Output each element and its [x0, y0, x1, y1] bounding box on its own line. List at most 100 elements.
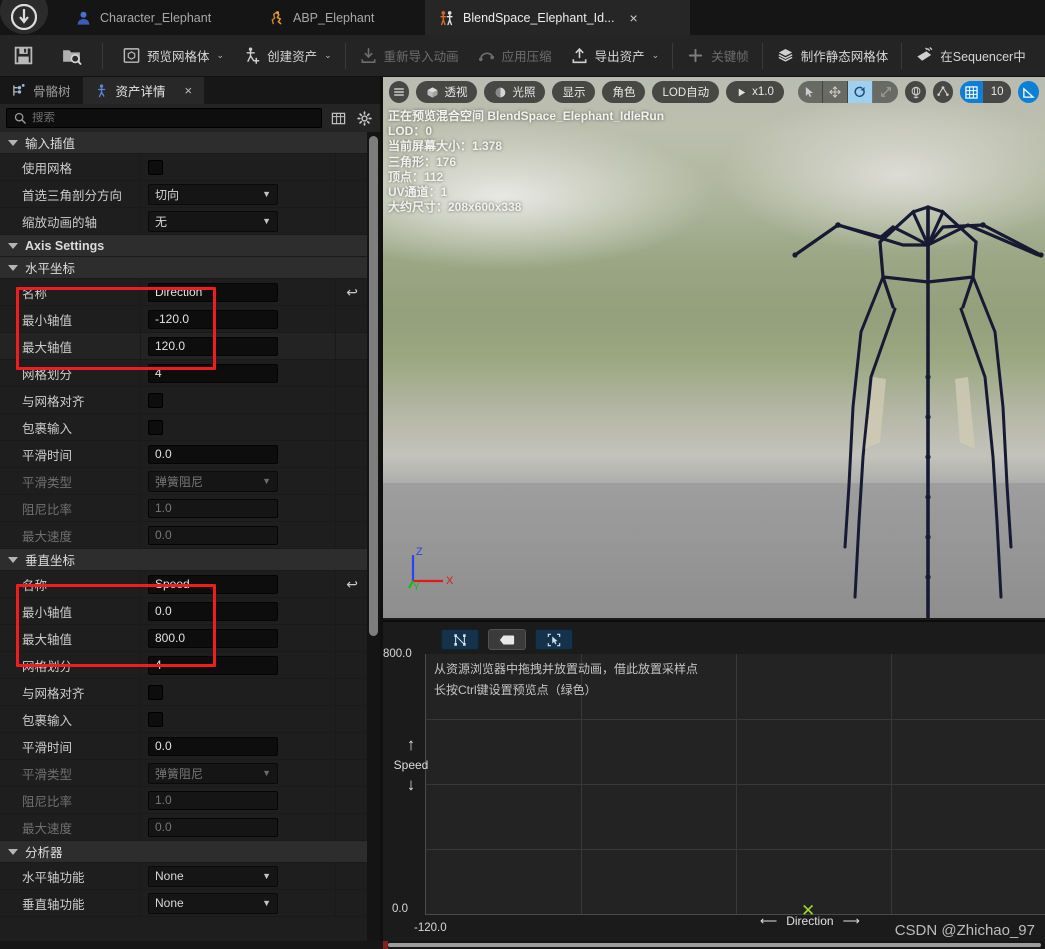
grid-snap-control: 10 [960, 81, 1012, 103]
horizontal-wrap-input-checkbox[interactable] [148, 419, 163, 435]
group-header-horizontal-axis[interactable]: 水平坐标 [0, 257, 380, 279]
horizontal-max-speed-input[interactable]: 0.0 [148, 525, 278, 545]
search-input[interactable] [32, 112, 314, 124]
show-labels-button[interactable] [488, 629, 526, 650]
show-preview-point-button[interactable] [535, 629, 573, 650]
skeleton-preview [792, 205, 1044, 618]
preview-mesh-button[interactable]: 预览网格体 ⌄ [113, 39, 233, 73]
apply-compression-icon [478, 52, 494, 62]
revert-icon[interactable]: ↩ [346, 284, 358, 301]
coordinate-space-button[interactable] [905, 81, 926, 103]
search-box[interactable] [6, 108, 322, 128]
vertical-damping-ratio-input[interactable]: 1.0 [148, 790, 278, 810]
angle-snap-button[interactable] [1018, 81, 1039, 103]
create-asset-button[interactable]: 创建资产 ⌄ [233, 39, 341, 73]
bottom-scrollbar[interactable] [0, 941, 1045, 949]
viewport-toolbar: 透视 光照 显示 角色 LOD自动 x1.0 10 [383, 77, 1045, 107]
horizontal-axis-min-input[interactable]: -120.0 [148, 309, 278, 329]
vertical-axis-max-input[interactable]: 800.0 [148, 628, 278, 648]
property-label: 阻尼比率 [22, 502, 73, 517]
scale-animation-axis-dropdown[interactable]: 无 ▼ [148, 210, 278, 232]
property-label: 名称 [22, 578, 48, 593]
surface-snap-button[interactable] [932, 81, 954, 103]
group-label: 水平坐标 [25, 262, 76, 276]
vertical-axis-name-input[interactable]: Speed [148, 574, 278, 594]
property-label: 平滑时间 [22, 448, 73, 463]
group-header-input-interpolation[interactable]: 输入插值 [0, 132, 380, 154]
tab-asset-details[interactable]: 资产详情 × [82, 77, 205, 104]
create-asset-icon [246, 47, 260, 64]
scrollbar-thumb-horizontal[interactable] [388, 943, 1041, 947]
horizontal-smoothing-time-input[interactable]: 0.0 [148, 444, 278, 464]
select-tool-button[interactable] [798, 81, 824, 103]
y-axis-legend: ↑ Speed ↓ [391, 735, 431, 795]
save-button[interactable] [6, 39, 40, 73]
horizontal-axis-function-dropdown[interactable]: None ▼ [148, 865, 278, 887]
grid-snap-toggle[interactable] [960, 81, 983, 103]
close-icon[interactable]: × [185, 83, 193, 98]
preferred-triangulation-dropdown[interactable]: 切向 ▼ [148, 183, 278, 205]
blendspace-hint-text: 从资源浏览器中拖拽并放置动画，借此放置采样点 长按Ctrl键设置预览点（绿色） [434, 659, 698, 701]
viewport-lod-button[interactable]: LOD自动 [652, 81, 720, 103]
group-header-analyzer[interactable]: 分析器 [0, 841, 380, 863]
viewport-playrate-button[interactable]: x1.0 [726, 81, 784, 103]
horizontal-axis-name-input[interactable]: Direction [148, 282, 278, 302]
group-header-axis-settings[interactable]: Axis Settings [0, 235, 380, 257]
viewport-lighting-button[interactable]: 光照 [484, 81, 546, 103]
use-grid-checkbox[interactable] [148, 159, 163, 175]
keyframe-button[interactable]: 关键帧 [677, 39, 758, 73]
scrollbar-thumb[interactable] [369, 136, 378, 636]
move-tool-button[interactable] [823, 81, 849, 103]
horizontal-smoothing-type-dropdown[interactable]: 弹簧阻尼 ▼ [148, 470, 278, 492]
make-static-mesh-button[interactable]: 制作静态网格体 [767, 39, 898, 73]
rotate-tool-button[interactable] [848, 81, 874, 103]
viewport-perspective-button[interactable]: 透视 [416, 81, 478, 103]
reimport-animation-button[interactable]: 重新导入动画 [350, 39, 468, 73]
transform-tool-group [797, 81, 899, 103]
group-header-vertical-axis[interactable]: 垂直坐标 [0, 549, 380, 571]
arrow-left-icon: ⟵ [760, 914, 778, 928]
scale-tool-button[interactable] [873, 81, 898, 103]
horizontal-snap-to-grid-checkbox[interactable] [148, 392, 163, 408]
tab-skeleton-tree[interactable]: 骨骼树 [0, 77, 83, 104]
property-row-h-maxspeed: 最大速度 0.0 [0, 522, 380, 549]
horizontal-axis-max-input[interactable]: 120.0 [148, 336, 278, 356]
window-tab-blendspace[interactable]: BlendSpace_Elephant_Id... × [425, 0, 690, 35]
vertical-max-speed-input[interactable]: 0.0 [148, 817, 278, 837]
viewport-character-button[interactable]: 角色 [602, 81, 646, 103]
vertical-axis-function-dropdown[interactable]: None ▼ [148, 892, 278, 914]
hamburger-icon [394, 88, 405, 96]
preview-viewport[interactable]: 透视 光照 显示 角色 LOD自动 x1.0 10 正在预览混合空间 Blend… [383, 77, 1045, 618]
revert-icon[interactable]: ↩ [346, 576, 358, 593]
vertical-snap-to-grid-checkbox[interactable] [148, 684, 163, 700]
viewport-show-button[interactable]: 显示 [552, 81, 596, 103]
window-tab-character[interactable]: Character_Elephant [62, 0, 225, 35]
export-asset-button[interactable]: 导出资产 ⌄ [561, 39, 669, 73]
view-options-button[interactable] [328, 108, 348, 128]
horizontal-grid-divisions-input[interactable]: 4 [148, 363, 278, 383]
grid-snap-value[interactable]: 10 [982, 81, 1012, 103]
blendspace-grid[interactable]: 从资源浏览器中拖拽并放置动画，借此放置采样点 长按Ctrl键设置预览点（绿色） [425, 654, 1045, 915]
open-in-sequencer-button[interactable]: 在Sequencer中 [906, 39, 1034, 73]
vertical-wrap-input-checkbox[interactable] [148, 711, 163, 727]
tab-label: ABP_Elephant [293, 10, 375, 25]
horizontal-damping-ratio-input[interactable]: 1.0 [148, 498, 278, 518]
show-triangulation-button[interactable] [441, 629, 479, 650]
property-row-analyzer-h: 水平轴功能 None ▼ [0, 863, 380, 890]
viewport-menu-button[interactable] [389, 81, 410, 103]
close-icon[interactable]: × [630, 11, 638, 25]
columns-icon [331, 112, 345, 124]
show-label: 显示 [562, 87, 586, 99]
browse-to-asset-button[interactable] [54, 39, 88, 73]
settings-button[interactable] [354, 108, 374, 128]
vertical-grid-divisions-input[interactable]: 4 [148, 655, 278, 675]
window-tab-animbp[interactable]: ABP_Elephant [255, 0, 388, 35]
hint-line: 从资源浏览器中拖拽并放置动画，借此放置采样点 [434, 662, 699, 676]
vertical-smoothing-time-input[interactable]: 0.0 [148, 736, 278, 756]
vertical-smoothing-type-dropdown[interactable]: 弹簧阻尼 ▼ [148, 762, 278, 784]
vertical-axis-min-input[interactable]: 0.0 [148, 601, 278, 621]
apply-compression-button[interactable]: 应用压缩 [468, 39, 561, 73]
property-row-h-griddiv: 网格划分 4 [0, 360, 380, 387]
perspective-label: 透视 [444, 87, 468, 99]
unreal-logo [0, 0, 48, 34]
